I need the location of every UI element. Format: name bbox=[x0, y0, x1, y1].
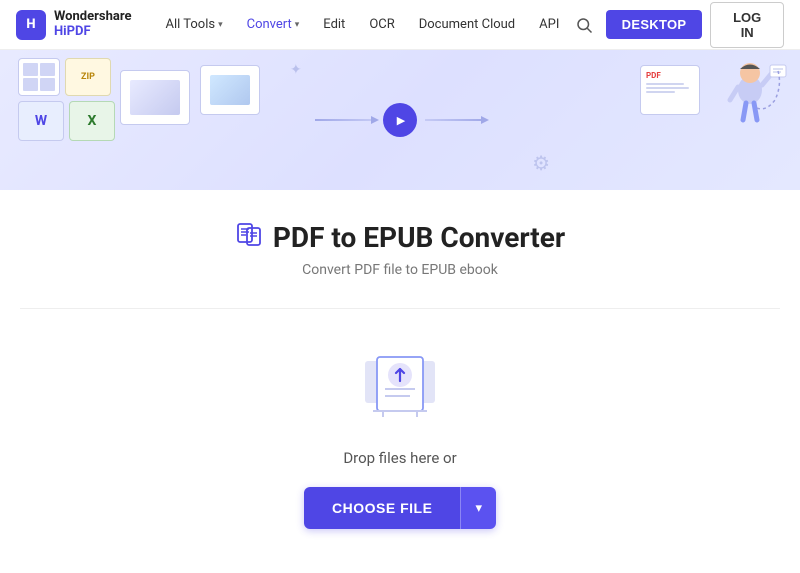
star-icon: ✦ bbox=[290, 62, 302, 78]
search-button[interactable] bbox=[569, 9, 597, 41]
nav-item-all-tools[interactable]: All Tools ▾ bbox=[155, 11, 232, 38]
gear-icon: ⚙ bbox=[532, 151, 550, 175]
main-content: PDF to EPUB Converter Convert PDF file t… bbox=[0, 190, 800, 569]
nav-right: DESKTOP LOG IN bbox=[569, 2, 784, 48]
nav-links: All Tools ▾ Convert ▾ Edit OCR Document … bbox=[155, 11, 569, 38]
page-title-area: PDF to EPUB Converter bbox=[235, 220, 565, 254]
page-title: PDF to EPUB Converter bbox=[273, 221, 565, 254]
character-illustration bbox=[710, 55, 790, 175]
converter-icon bbox=[235, 220, 263, 254]
arrow-right bbox=[425, 119, 485, 121]
hero-right: PDF bbox=[640, 55, 790, 175]
hero-image-placeholder bbox=[120, 70, 190, 125]
pdf-card: PDF bbox=[640, 65, 700, 115]
choose-file-button[interactable]: CHOOSE FILE bbox=[304, 487, 460, 529]
arrow-left bbox=[315, 119, 375, 121]
dropzone: Drop files here or CHOOSE FILE ▾ bbox=[20, 339, 780, 529]
chevron-down-icon: ▾ bbox=[475, 500, 482, 515]
logo[interactable]: H Wondershare HiPDF bbox=[16, 10, 131, 40]
nav-item-document-cloud[interactable]: Document Cloud bbox=[409, 11, 525, 38]
chevron-down-icon: ▾ bbox=[218, 20, 223, 30]
nav-item-convert[interactable]: Convert ▾ bbox=[237, 11, 310, 38]
hero-photo-card bbox=[200, 65, 260, 115]
grid-icon bbox=[18, 58, 60, 96]
choose-file-group: CHOOSE FILE ▾ bbox=[304, 487, 496, 529]
login-button[interactable]: LOG IN bbox=[710, 2, 784, 48]
word-doc-card: W bbox=[18, 101, 64, 141]
logo-text: Wondershare HiPDF bbox=[54, 10, 131, 39]
section-divider bbox=[20, 308, 780, 309]
play-icon: ▶ bbox=[383, 103, 417, 137]
desktop-button[interactable]: DESKTOP bbox=[606, 10, 703, 39]
nav-item-ocr[interactable]: OCR bbox=[359, 11, 404, 38]
hero-left-docs: ZIP W X bbox=[18, 58, 115, 141]
chevron-down-icon: ▾ bbox=[295, 20, 300, 30]
hero-middle: ▶ bbox=[315, 103, 485, 137]
nav-item-api[interactable]: API bbox=[529, 11, 569, 38]
navbar: H Wondershare HiPDF All Tools ▾ Convert … bbox=[0, 0, 800, 50]
logo-letter: H bbox=[26, 17, 35, 32]
zip-doc-card: ZIP bbox=[65, 58, 111, 96]
upload-illustration bbox=[355, 339, 445, 429]
excel-doc-card: X bbox=[69, 101, 115, 141]
drop-text: Drop files here or bbox=[343, 449, 456, 467]
choose-file-dropdown-button[interactable]: ▾ bbox=[460, 487, 496, 529]
page-subtitle: Convert PDF file to EPUB ebook bbox=[302, 262, 498, 278]
logo-icon: H bbox=[16, 10, 46, 40]
hero-banner: ZIP W X ▶ PDF bbox=[0, 50, 800, 190]
nav-item-edit[interactable]: Edit bbox=[313, 11, 355, 38]
